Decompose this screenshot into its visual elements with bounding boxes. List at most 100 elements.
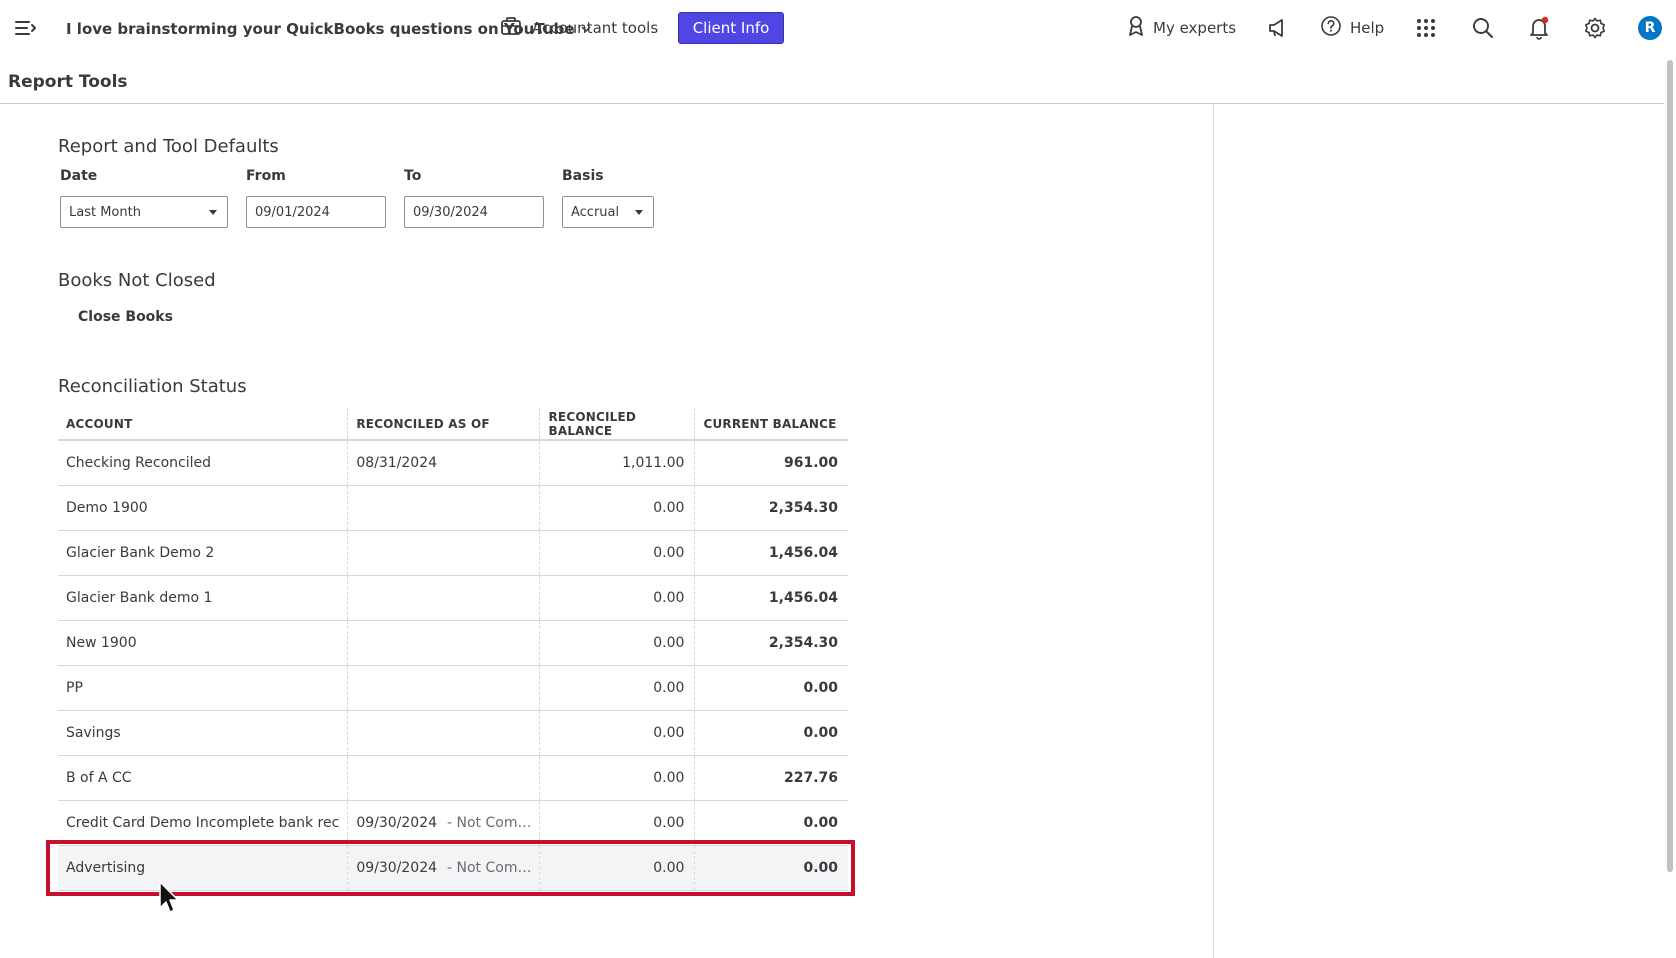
table-row[interactable]: B of A CC 0.00 227.76 <box>58 755 848 801</box>
not-complete-note: - Not Com… <box>447 814 532 831</box>
reconciliation-heading: Reconciliation Status <box>58 376 247 397</box>
to-date-value: 09/30/2024 <box>413 204 488 220</box>
reconciled-as-of-cell: 09/30/2024 - Not Com… <box>347 800 540 846</box>
mouse-pointer-icon <box>158 880 182 916</box>
caret-down-icon <box>209 210 217 215</box>
close-books-link[interactable]: Close Books <box>78 309 173 325</box>
account-cell: Glacier Bank Demo 2 <box>58 530 348 576</box>
account-cell: New 1900 <box>58 620 348 666</box>
help-label: Help <box>1350 19 1385 37</box>
account-cell: B of A CC <box>58 755 348 801</box>
table-row[interactable]: PP 0.00 0.00 <box>58 665 848 711</box>
reconciled-as-of-cell <box>347 665 540 711</box>
date-range-value: Last Month <box>69 204 141 220</box>
basis-value: Accrual <box>571 204 620 220</box>
current-balance-cell: 0.00 <box>694 800 848 846</box>
table-row[interactable]: Checking Reconciled 08/31/2024 1,011.00 … <box>58 440 848 486</box>
top-bar: I love brainstorming your QuickBooks que… <box>0 0 1676 56</box>
current-balance-cell: 1,456.04 <box>694 530 848 576</box>
defaults-heading: Report and Tool Defaults <box>58 136 279 157</box>
accountant-tools-label: Accountant tools <box>532 19 659 37</box>
reconciled-balance-cell: 0.00 <box>539 620 695 666</box>
scrollbar[interactable] <box>1664 56 1676 958</box>
reconciled-as-of-cell <box>347 620 540 666</box>
menu-toggle-icon[interactable] <box>14 17 38 39</box>
reconciled-as-of-cell <box>347 530 540 576</box>
from-date-value: 09/01/2024 <box>255 204 330 220</box>
reconciled-as-of-cell: 09/30/2024 - Not Com… <box>347 845 540 891</box>
to-label: To <box>404 168 422 184</box>
current-balance-cell: 2,354.30 <box>694 485 848 531</box>
column-header-reconciled-balance[interactable]: RECONCILED BALANCE <box>539 408 695 441</box>
company-name: I love brainstorming your QuickBooks que… <box>66 20 575 38</box>
books-heading: Books Not Closed <box>58 270 216 291</box>
megaphone-icon[interactable] <box>1266 12 1288 44</box>
current-balance-cell: 2,354.30 <box>694 620 848 666</box>
client-info-button[interactable]: Client Info <box>678 12 784 44</box>
table-row[interactable]: New 1900 0.00 2,354.30 <box>58 620 848 666</box>
table-header-row: ACCOUNT RECONCILED AS OF RECONCILED BALA… <box>58 408 848 441</box>
basis-select[interactable]: Accrual <box>562 196 654 228</box>
my-experts-button[interactable]: My experts <box>1127 12 1236 44</box>
current-balance-cell: 1,456.04 <box>694 575 848 621</box>
reconciled-balance-cell: 0.00 <box>539 800 695 846</box>
account-cell: Glacier Bank demo 1 <box>58 575 348 621</box>
table-row[interactable]: Demo 1900 0.00 2,354.30 <box>58 485 848 531</box>
reconciled-balance-cell: 0.00 <box>539 665 695 711</box>
reconciled-as-of-cell <box>347 485 540 531</box>
notifications-bell-icon[interactable] <box>1528 12 1550 44</box>
reconciled-balance-cell: 0.00 <box>539 755 695 801</box>
reconciled-as-of-cell <box>347 575 540 621</box>
reconciled-balance-cell: 0.00 <box>539 575 695 621</box>
basis-label: Basis <box>562 168 604 184</box>
reconciled-balance-cell: 0.00 <box>539 845 695 891</box>
account-cell: Advertising <box>58 845 348 891</box>
expert-icon <box>1127 15 1145 41</box>
not-complete-note: - Not Com… <box>447 859 532 876</box>
gear-icon[interactable] <box>1584 12 1606 44</box>
column-header-account[interactable]: ACCOUNT <box>58 408 348 441</box>
account-cell: Demo 1900 <box>58 485 348 531</box>
help-button[interactable]: Help <box>1320 12 1384 44</box>
date-range-select[interactable]: Last Month <box>60 196 228 228</box>
current-balance-cell: 0.00 <box>694 665 848 711</box>
reconciled-balance-cell: 0.00 <box>539 710 695 756</box>
table-row[interactable]: Credit Card Demo Incomplete bank rec 09/… <box>58 800 848 846</box>
scrollbar-thumb[interactable] <box>1667 60 1673 872</box>
accountant-tools-button[interactable]: Accountant tools <box>500 15 658 41</box>
reconciliation-table: ACCOUNT RECONCILED AS OF RECONCILED BALA… <box>58 408 848 891</box>
account-cell: Savings <box>58 710 348 756</box>
reconciled-balance-cell: 0.00 <box>539 485 695 531</box>
column-header-reconciled-as-of[interactable]: RECONCILED AS OF <box>347 408 540 441</box>
account-cell: Credit Card Demo Incomplete bank rec <box>58 800 348 846</box>
help-icon <box>1320 15 1342 41</box>
reconciled-balance-cell: 1,011.00 <box>539 440 695 486</box>
avatar[interactable]: R <box>1638 16 1662 40</box>
apps-grid-icon[interactable] <box>1416 12 1436 44</box>
account-cell: PP <box>58 665 348 711</box>
page-header: Report Tools <box>0 56 1664 104</box>
reconciled-balance-cell: 0.00 <box>539 530 695 576</box>
current-balance-cell: 0.00 <box>694 710 848 756</box>
table-row[interactable]: Glacier Bank demo 1 0.00 1,456.04 <box>58 575 848 621</box>
page-title: Report Tools <box>8 72 128 92</box>
reconciled-as-of-cell <box>347 755 540 801</box>
my-experts-label: My experts <box>1153 19 1237 37</box>
right-panel-divider <box>1213 104 1214 958</box>
search-icon[interactable] <box>1472 12 1494 44</box>
current-balance-cell: 227.76 <box>694 755 848 801</box>
from-label: From <box>246 168 286 184</box>
table-row[interactable]: Glacier Bank Demo 2 0.00 1,456.04 <box>58 530 848 576</box>
as-of-date: 09/30/2024 <box>356 859 438 876</box>
account-cell: Checking Reconciled <box>58 440 348 486</box>
date-label: Date <box>60 168 98 184</box>
reconciled-as-of-cell <box>347 710 540 756</box>
caret-down-icon <box>635 210 643 215</box>
current-balance-cell: 961.00 <box>694 440 848 486</box>
column-header-current-balance[interactable]: CURRENT BALANCE <box>694 408 848 441</box>
to-date-input[interactable]: 09/30/2024 <box>404 196 544 228</box>
briefcase-icon <box>500 16 522 40</box>
table-row[interactable]: Savings 0.00 0.00 <box>58 710 848 756</box>
from-date-input[interactable]: 09/01/2024 <box>246 196 386 228</box>
reconciled-as-of-cell: 08/31/2024 <box>347 440 540 486</box>
